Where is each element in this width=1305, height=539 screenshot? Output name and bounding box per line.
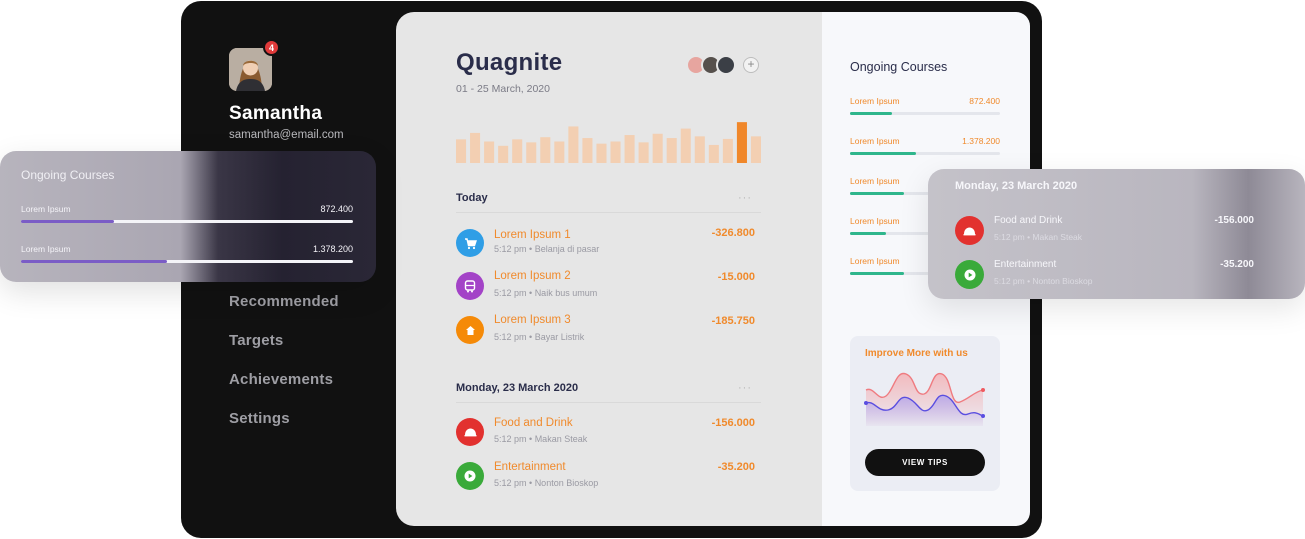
page-title: Quagnite: [456, 49, 563, 76]
activity-bar: [624, 135, 635, 163]
floating-tx-amount-2: -35.200: [1220, 259, 1254, 270]
ongoing-courses-title: Ongoing Courses: [850, 60, 948, 74]
activity-bar: [708, 144, 719, 163]
floating-tx-meta-1: 5:12 pm • Makan Steak: [994, 232, 1083, 242]
activity-bar: [498, 145, 509, 163]
section-today-title: Today: [456, 192, 488, 204]
tx-name-5[interactable]: Entertainment: [494, 461, 566, 473]
floating-course-value-2: 1.378.200: [312, 244, 353, 254]
tips-wave-chart: [864, 372, 985, 426]
tx-name-4[interactable]: Food and Drink: [494, 417, 573, 429]
user-photo-icon: [229, 48, 272, 91]
cart-icon: [456, 229, 484, 257]
tx-amount-2: -15.000: [717, 271, 755, 283]
activity-bar: [638, 142, 649, 163]
food-icon: [456, 418, 484, 446]
course-label-1[interactable]: Lorem Ipsum: [850, 96, 900, 106]
activity-bar: [694, 136, 705, 163]
nav-targets[interactable]: Targets: [229, 332, 283, 349]
team-avatars[interactable]: +: [686, 55, 759, 75]
tx-name-1[interactable]: Lorem Ipsum 1: [494, 229, 571, 241]
course-label-3[interactable]: Lorem Ipsum: [850, 176, 900, 186]
course-value-1: 872.400: [969, 96, 1000, 106]
activity-bar: [736, 122, 747, 163]
divider: [456, 212, 761, 213]
profile-name: Samantha: [229, 103, 323, 124]
profile-email: samantha@email.com: [229, 129, 344, 141]
activity-bar: [680, 128, 691, 163]
tx-meta-5: 5:12 pm • Nonton Bioskop: [494, 478, 599, 488]
activity-bar: [484, 141, 495, 163]
divider: [456, 402, 761, 403]
activity-bar: [512, 139, 523, 163]
activity-bar: [470, 132, 481, 163]
activity-bar: [540, 137, 551, 163]
tips-title: Improve More with us: [865, 348, 968, 359]
activity-bar: [554, 141, 565, 163]
floating-course-progress-1: [21, 220, 353, 223]
play-icon: [456, 462, 484, 490]
course-label-5[interactable]: Lorem Ipsum: [850, 256, 900, 266]
activity-bar: [582, 138, 593, 163]
activity-bar: [596, 143, 607, 163]
floating-course-label-1[interactable]: Lorem Ipsum: [21, 204, 71, 214]
course-progress-2: [850, 152, 1000, 155]
activity-bar-chart: [456, 122, 761, 163]
course-label-4[interactable]: Lorem Ipsum: [850, 216, 900, 226]
floating-course-progress-2: [21, 260, 353, 263]
view-tips-button[interactable]: VIEW TIPS: [865, 449, 985, 476]
activity-bar: [666, 138, 677, 163]
activity-bar: [456, 139, 467, 163]
tx-meta-2: 5:12 pm • Naik bus umum: [494, 288, 598, 298]
nav-recommended[interactable]: Recommended: [229, 293, 339, 310]
activity-bar: [652, 133, 663, 163]
floating-transactions-title: Monday, 23 March 2020: [955, 180, 1078, 192]
floating-tx-amount-1: -156.000: [1214, 215, 1254, 226]
tx-amount-3: -185.750: [711, 315, 755, 327]
floating-course-value-1: 872.400: [320, 204, 353, 214]
home-icon: [456, 316, 484, 344]
bus-icon: [456, 272, 484, 300]
tx-amount-1: -326.800: [711, 227, 755, 239]
team-avatar-3[interactable]: [716, 55, 736, 75]
date-range: 01 - 25 March, 2020: [456, 83, 550, 95]
avatar[interactable]: [229, 48, 272, 91]
activity-bar: [750, 136, 761, 163]
tx-meta-4: 5:12 pm • Makan Steak: [494, 434, 588, 444]
activity-bar: [568, 126, 579, 163]
add-member-button[interactable]: +: [743, 57, 759, 73]
floating-tx-meta-2: 5:12 pm • Nonton Bioskop: [994, 276, 1093, 286]
tx-name-3[interactable]: Lorem Ipsum 3: [494, 314, 571, 326]
course-progress-1: [850, 112, 1000, 115]
section-monday-more-icon[interactable]: ···: [738, 382, 752, 394]
course-value-2: 1.378.200: [962, 136, 1000, 146]
floating-tx-name-1[interactable]: Food and Drink: [994, 215, 1062, 226]
section-monday-title: Monday, 23 March 2020: [456, 382, 579, 394]
section-today-more-icon[interactable]: ···: [738, 192, 752, 204]
nav-achievements[interactable]: Achievements: [229, 371, 333, 388]
course-label-2[interactable]: Lorem Ipsum: [850, 136, 900, 146]
floating-course-label-2[interactable]: Lorem Ipsum: [21, 244, 71, 254]
notification-badge[interactable]: 4: [263, 39, 280, 56]
activity-bar: [610, 141, 621, 163]
tx-amount-5: -35.200: [717, 461, 755, 473]
tx-name-2[interactable]: Lorem Ipsum 2: [494, 270, 571, 282]
tx-meta-1: 5:12 pm • Belanja di pasar: [494, 244, 600, 254]
floating-courses-title: Ongoing Courses: [21, 168, 115, 182]
food-icon: [955, 216, 984, 245]
tx-meta-3: 5:12 pm • Bayar Listrik: [494, 332, 585, 342]
activity-bar: [526, 142, 537, 163]
nav-settings[interactable]: Settings: [229, 410, 290, 427]
tx-amount-4: -156.000: [711, 417, 755, 429]
activity-bar: [722, 138, 733, 163]
floating-tx-name-2[interactable]: Entertainment: [994, 259, 1056, 270]
play-icon: [955, 260, 984, 289]
